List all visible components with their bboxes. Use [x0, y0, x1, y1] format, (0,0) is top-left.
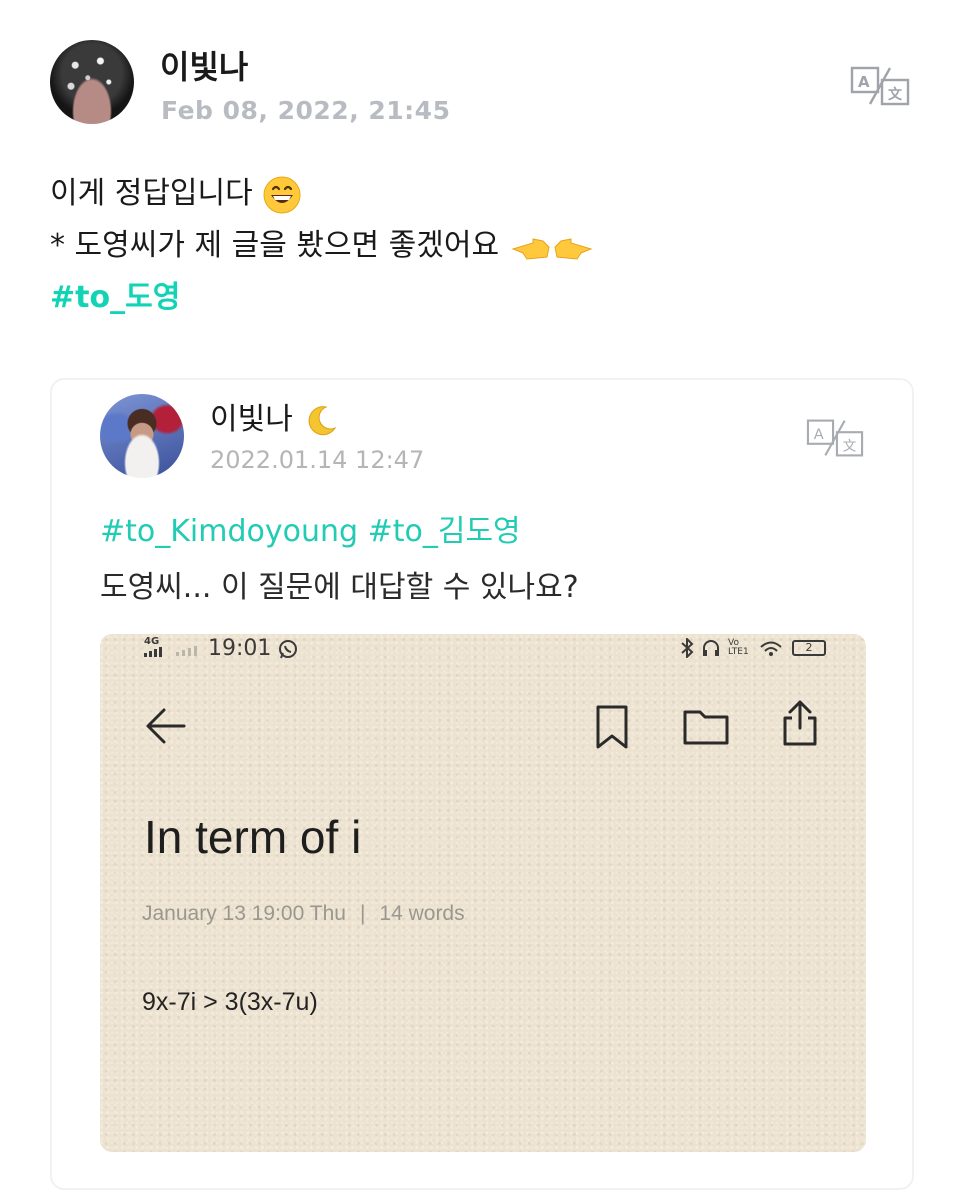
headphones-icon	[703, 640, 719, 656]
author-avatar[interactable]	[50, 40, 134, 124]
post-body: 이게 정답입니다 * 도영씨가 제 글을 봤으면 좋겠어요 #to_도영	[50, 168, 914, 324]
post-line-2: * 도영씨가 제 글을 봤으면 좋겠어요	[50, 220, 914, 272]
network-type: 4G	[144, 636, 160, 647]
note-title: In term of i	[144, 811, 362, 863]
card-text: 도영씨... 이 질문에 대답할 수 있나요?	[100, 570, 579, 605]
back-arrow-icon[interactable]	[144, 706, 188, 746]
note-meta: January 13 19:00 Thu | 14 words	[142, 902, 465, 926]
translate-icon[interactable]: A 文	[850, 66, 910, 106]
signal-2-icon	[176, 645, 197, 656]
share-icon[interactable]	[780, 698, 820, 748]
post-header: 이빛나 Feb 08, 2022, 21:45 A 文	[50, 40, 914, 130]
note-word-count: 14 words	[379, 902, 465, 925]
svg-text:A: A	[858, 73, 870, 91]
status-bar-left: 4G 19:01	[144, 636, 299, 661]
folder-icon[interactable]	[682, 706, 730, 748]
card-date: 2022.01.14 12:47	[210, 446, 425, 474]
svg-text:文: 文	[843, 439, 857, 455]
bookmark-icon[interactable]	[592, 704, 632, 750]
card-author[interactable]: 이빛나	[210, 394, 338, 438]
card-author-avatar[interactable]	[100, 394, 184, 478]
grinning-emoji	[263, 176, 301, 213]
whatsapp-icon	[279, 639, 298, 658]
post-hashtag[interactable]: #to_도영	[50, 272, 914, 324]
crescent-moon-emoji	[308, 405, 337, 435]
bluetooth-icon	[681, 638, 694, 658]
note-body: 9x-7i > 3(3x-7u)	[142, 988, 318, 1016]
author-name[interactable]: 이빛나	[160, 42, 248, 88]
translate-icon[interactable]: A 文	[806, 418, 864, 458]
card-hashtags[interactable]: #to_Kimdoyoung #to_김도영	[100, 506, 521, 550]
battery-icon: 2	[792, 640, 826, 656]
post-text-1: 이게 정답입니다	[50, 176, 253, 211]
note-date: January 13 19:00 Thu	[142, 902, 346, 925]
post-text-2: * 도영씨가 제 글을 봤으면 좋겠어요	[50, 228, 500, 263]
svg-text:文: 文	[888, 86, 903, 103]
wifi-icon	[760, 641, 782, 656]
pointing-hands-emoji	[511, 237, 593, 260]
card-author-name: 이빛나	[210, 402, 293, 437]
svg-text:A: A	[814, 427, 824, 443]
note-meta-separator: |	[359, 902, 366, 925]
signal-icon	[144, 647, 162, 657]
shared-post-card[interactable]: 이빛나 2022.01.14 12:47 A 文 #to_Kimdoyoung …	[50, 378, 914, 1190]
post-line-1: 이게 정답입니다	[50, 168, 914, 220]
volte-indicator: Vo LTE1	[728, 638, 749, 657]
network-indicator: 4G	[144, 637, 170, 660]
post-date: Feb 08, 2022, 21:45	[161, 96, 451, 125]
attached-screenshot[interactable]: 4G 19:01 Vo LTE1 2 In term of i January …	[100, 634, 866, 1152]
status-bar-right: Vo LTE1 2	[680, 638, 826, 658]
status-time: 19:01	[208, 636, 272, 661]
